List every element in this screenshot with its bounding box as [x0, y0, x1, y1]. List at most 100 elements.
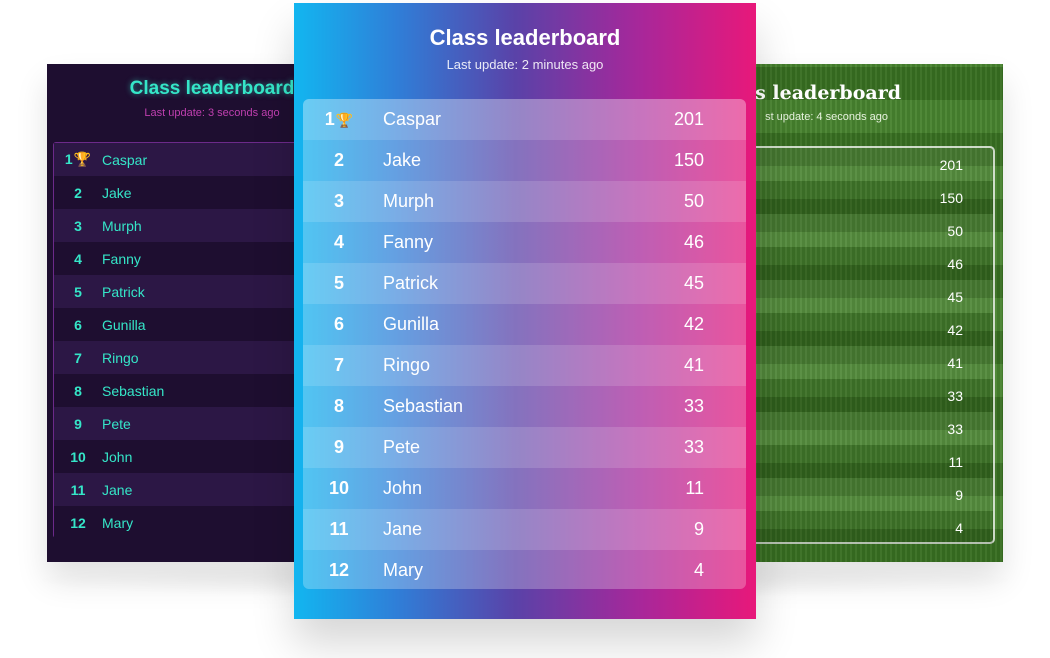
score-cell: 50 — [683, 191, 704, 211]
leaderboard-card-grass: ass leaderboard st update: 4 seconds ago… — [745, 64, 1003, 562]
table-row: 11 — [745, 445, 993, 478]
rank-cell: 7 — [321, 355, 357, 376]
last-update-text: Last update: 3 seconds ago — [144, 107, 280, 119]
score-cell: 201 — [673, 109, 704, 129]
table-row: 4 — [745, 511, 993, 544]
score-cell: 9 — [693, 519, 704, 539]
rank-cell: 7 — [74, 349, 82, 366]
score-cell: 33 — [683, 437, 704, 457]
name-cell: Fanny — [102, 250, 141, 267]
score-cell: 41 — [947, 354, 963, 371]
rank-cell: 11 — [321, 519, 357, 540]
rank-number: 2 — [333, 150, 344, 170]
rank-cell: 2 — [74, 184, 82, 201]
table-row: 9 Pete — [54, 407, 307, 440]
name-cell: Jane — [102, 481, 133, 498]
table-row: 45 — [745, 280, 993, 313]
name-cell: Mary — [383, 560, 423, 580]
table-row: 150 — [745, 181, 993, 214]
score-cell: 46 — [683, 232, 704, 252]
table-row: 11 Jane 9 — [303, 509, 746, 550]
table-row: 6 Gunilla — [54, 308, 307, 341]
leaderboard-table: 1🏆 Caspar 201 2 Jake 150 3 Murph 50 4 Fanny 46 5 Patr… — [303, 99, 746, 589]
score-cell: 4 — [693, 560, 704, 580]
name-cell: Patrick — [102, 283, 145, 300]
rank-number: 8 — [333, 396, 344, 416]
rank-number: 3 — [333, 191, 344, 211]
name-cell: John — [102, 448, 133, 465]
table-row: 10 John — [54, 440, 307, 473]
score-cell: 45 — [947, 288, 963, 305]
name-cell: Sebastian — [102, 382, 165, 399]
table-row: 5 Patrick 45 — [303, 263, 746, 304]
name-cell: Pete — [383, 437, 421, 457]
rank-number: 7 — [333, 355, 344, 375]
table-row: 41 — [745, 346, 993, 379]
rank-number: 5 — [333, 273, 344, 293]
name-cell: Jake — [383, 150, 422, 170]
name-cell: Ringo — [383, 355, 431, 375]
table-row: 11 Jane — [54, 473, 307, 506]
leaderboard-table: 2011505046454241an33331194 — [745, 146, 995, 544]
rank-number: 11 — [329, 519, 349, 539]
table-row: 46 — [745, 247, 993, 280]
rank-cell: 6 — [74, 316, 82, 333]
rank-cell: 10 — [70, 448, 86, 465]
table-row: 9 Pete 33 — [303, 427, 746, 468]
rank-cell: 2 — [321, 150, 357, 171]
score-cell: 33 — [683, 396, 704, 416]
table-row: 12 Mary — [54, 506, 307, 539]
table-row: 8 Sebastian — [54, 374, 307, 407]
table-row: 12 Mary 4 — [303, 550, 746, 589]
rank-number: 9 — [333, 437, 344, 457]
name-cell: Jake — [102, 184, 132, 201]
score-cell: 150 — [939, 189, 963, 206]
leaderboard-title: Class leaderboard — [429, 25, 621, 50]
table-row: 10 John 11 — [303, 468, 746, 509]
score-cell: 9 — [955, 486, 963, 503]
rank-number: 6 — [333, 314, 344, 334]
table-row: 3 Murph — [54, 209, 307, 242]
name-cell: Gunilla — [102, 316, 146, 333]
score-cell: 42 — [947, 321, 963, 338]
table-row: 9 — [745, 478, 993, 511]
score-cell: 41 — [683, 355, 704, 375]
rank-number: 1 — [324, 109, 335, 129]
name-cell: Murph — [383, 191, 435, 211]
name-cell: Ringo — [102, 349, 139, 366]
table-row: 1🏆 Caspar 201 — [303, 99, 746, 140]
name-cell: Gunilla — [383, 314, 440, 334]
score-cell: 46 — [947, 255, 963, 272]
name-cell: Patrick — [383, 273, 439, 293]
rank-cell: 5 — [321, 273, 357, 294]
table-row: 4 Fanny — [54, 242, 307, 275]
table-row: an33 — [745, 379, 993, 412]
rank-cell: 8 — [321, 396, 357, 417]
rank-cell: 3 — [321, 191, 357, 212]
score-cell: 45 — [683, 273, 704, 293]
name-cell: Murph — [102, 217, 142, 234]
rank-number: 10 — [328, 478, 350, 498]
rank-cell: 12 — [321, 560, 357, 581]
leaderboard-card-dark: Class leaderboard Last update: 3 seconds… — [47, 64, 307, 562]
rank-cell: 6 — [321, 314, 357, 335]
rank-cell: 10 — [321, 478, 357, 499]
table-row: 7 Ringo 41 — [303, 345, 746, 386]
table-row: 1🏆 Caspar — [54, 143, 307, 176]
rank-cell: 12 — [70, 514, 86, 531]
table-row: 201 — [745, 148, 993, 181]
score-cell: 150 — [673, 150, 704, 170]
table-row: 6 Gunilla 42 — [303, 304, 746, 345]
rank-number: 12 — [328, 560, 350, 580]
rank-cell: 1🏆 — [64, 151, 92, 167]
table-row: 42 — [745, 313, 993, 346]
score-cell: 50 — [947, 222, 963, 239]
leaderboard-title: ass leaderboard — [745, 82, 901, 104]
table-row: 3 Murph 50 — [303, 181, 746, 222]
leaderboard-title: Class leaderboard — [129, 78, 295, 99]
table-row: 7 Ringo — [54, 341, 307, 374]
table-row: 4 Fanny 46 — [303, 222, 746, 263]
table-row: 5 Patrick — [54, 275, 307, 308]
trophy-icon: 🏆 — [73, 151, 92, 167]
name-cell: Pete — [102, 415, 131, 432]
